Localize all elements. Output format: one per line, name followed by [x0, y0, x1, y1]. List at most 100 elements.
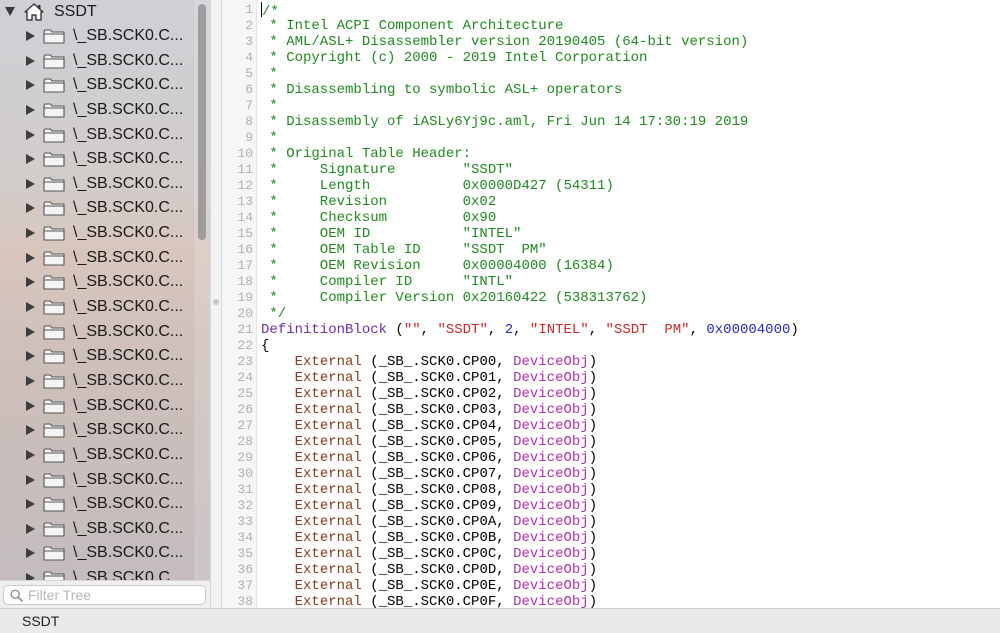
tree-item[interactable]: \_SB.SCK0.C...	[0, 24, 193, 49]
tree-item[interactable]: \_SB.SCK0.C...	[0, 221, 193, 246]
tree-item-label: \_SB.SCK0.C...	[73, 347, 184, 365]
code-line[interactable]: DefinitionBlock ("", "SSDT", 2, "INTEL",…	[261, 322, 799, 338]
disclosure-collapsed-icon[interactable]	[26, 55, 35, 66]
code-line[interactable]: External (_SB_.SCK0.CP07, DeviceObj)	[261, 466, 597, 482]
tree-item[interactable]: \_SB.SCK0.C...	[0, 394, 193, 419]
code-line[interactable]: * OEM Revision 0x00004000 (16384)	[261, 258, 613, 274]
code-line[interactable]: * Disassembling to symbolic ASL+ operato…	[261, 82, 622, 98]
line-number: 32	[237, 498, 253, 513]
code-line[interactable]: External (_SB_.SCK0.CP0B, DeviceObj)	[261, 530, 597, 546]
code-line[interactable]: * OEM ID "INTEL"	[261, 226, 521, 242]
code-token: DeviceObj	[513, 434, 589, 450]
code-line[interactable]: External (_SB_.SCK0.CP01, DeviceObj)	[261, 370, 597, 386]
disclosure-collapsed-icon[interactable]	[26, 573, 35, 580]
tree-item[interactable]: \_SB.SCK0.C...	[0, 49, 193, 74]
code-line[interactable]: *	[261, 98, 277, 114]
disclosure-collapsed-icon[interactable]	[26, 351, 35, 362]
code-line[interactable]: External (_SB_.SCK0.CP0A, DeviceObj)	[261, 514, 597, 530]
tree-item[interactable]: \_SB.SCK0.C...	[0, 443, 193, 468]
disclosure-collapsed-icon[interactable]	[26, 31, 35, 41]
code-line[interactable]: * Disassembly of iASLy6Yj9c.aml, Fri Jun…	[261, 114, 748, 130]
code-line[interactable]: External (_SB_.SCK0.CP0F, DeviceObj)	[261, 594, 597, 608]
code-line[interactable]: External (_SB_.SCK0.CP0D, DeviceObj)	[261, 562, 597, 578]
divider-handle[interactable]	[213, 299, 219, 305]
disclosure-collapsed-icon[interactable]	[26, 178, 35, 189]
tree-root-ssdt[interactable]: SSDT	[0, 0, 193, 24]
disclosure-collapsed-icon[interactable]	[26, 203, 35, 214]
tree-item[interactable]: \_SB.SCK0.C...	[0, 246, 193, 271]
code-line[interactable]: * Copyright (c) 2000 - 2019 Intel Corpor…	[261, 50, 647, 66]
code-line[interactable]: * Compiler ID "INTL"	[261, 274, 513, 290]
code-line[interactable]: External (_SB_.SCK0.CP05, DeviceObj)	[261, 434, 597, 450]
filter-field[interactable]	[3, 585, 206, 605]
tree-item[interactable]: \_SB.SCK0.C...	[0, 344, 193, 369]
code-line[interactable]: * Compiler Version 0x20160422 (538313762…	[261, 290, 647, 306]
disclosure-collapsed-icon[interactable]	[26, 277, 35, 288]
line-number: 17	[237, 258, 253, 273]
code-line[interactable]: * Intel ACPI Component Architecture	[261, 18, 563, 34]
code-line[interactable]: External (_SB_.SCK0.CP02, DeviceObj)	[261, 386, 597, 402]
tree-item[interactable]: \_SB.SCK0.C...	[0, 369, 193, 394]
tree-item[interactable]: \_SB.SCK0.C...	[0, 517, 193, 542]
disclosure-collapsed-icon[interactable]	[26, 499, 35, 510]
code-editor[interactable]: 1 2 3 4 5 6 7 8 9 10 11 12 13 14 15 16 17 18 19 20 21 22 23 24 2…	[222, 0, 1000, 608]
code-line[interactable]: External (_SB_.SCK0.CP00, DeviceObj)	[261, 354, 597, 370]
disclosure-expanded-icon[interactable]	[5, 7, 15, 16]
disclosure-collapsed-icon[interactable]	[26, 449, 35, 460]
tree-item[interactable]: \_SB.SCK0.C...	[0, 492, 193, 517]
disclosure-collapsed-icon[interactable]	[26, 302, 35, 313]
code-line[interactable]: External (_SB_.SCK0.CP03, DeviceObj)	[261, 402, 597, 418]
tree-item[interactable]: \_SB.SCK0.C...	[0, 123, 193, 148]
code-line[interactable]: * Original Table Header:	[261, 146, 471, 162]
code-line[interactable]: {	[261, 338, 269, 354]
tree-item[interactable]: \_SB.SCK0.C...	[0, 320, 193, 345]
tree-item[interactable]: \_SB.SCK0.C...	[0, 196, 193, 221]
code-line[interactable]: * Revision 0x02	[261, 194, 496, 210]
tree-item[interactable]: \_SB.SCK0.C...	[0, 566, 193, 580]
disclosure-collapsed-icon[interactable]	[26, 523, 35, 534]
code-line[interactable]: *	[261, 66, 277, 82]
code-line[interactable]: External (_SB_.SCK0.CP06, DeviceObj)	[261, 450, 597, 466]
code-line[interactable]: External (_SB_.SCK0.CP0E, DeviceObj)	[261, 578, 597, 594]
sidebar-scroll-thumb[interactable]	[198, 4, 206, 240]
code-line[interactable]: */	[261, 306, 286, 322]
line-number: 33	[237, 514, 253, 529]
disclosure-collapsed-icon[interactable]	[26, 425, 35, 436]
tree-item[interactable]: \_SB.SCK0.C...	[0, 73, 193, 98]
disclosure-collapsed-icon[interactable]	[26, 375, 35, 386]
disclosure-collapsed-icon[interactable]	[26, 80, 35, 91]
code-line[interactable]: * OEM Table ID "SSDT PM"	[261, 242, 546, 258]
tree-item[interactable]: \_SB.SCK0.C...	[0, 418, 193, 443]
disclosure-collapsed-icon[interactable]	[26, 154, 35, 165]
code-line[interactable]: External (_SB_.SCK0.CP09, DeviceObj)	[261, 498, 597, 514]
sidebar-scrollbar[interactable]	[193, 0, 210, 580]
filter-tree-input[interactable]	[28, 587, 198, 603]
disclosure-collapsed-icon[interactable]	[26, 104, 35, 115]
disclosure-collapsed-icon[interactable]	[26, 252, 35, 263]
disclosure-collapsed-icon[interactable]	[26, 400, 35, 411]
code-line[interactable]: * Length 0x0000D427 (54311)	[261, 178, 613, 194]
tree-item[interactable]: \_SB.SCK0.C...	[0, 270, 193, 295]
code-line[interactable]: * Signature "SSDT"	[261, 162, 513, 178]
code-token: DeviceObj	[513, 450, 589, 466]
disclosure-collapsed-icon[interactable]	[26, 326, 35, 337]
tree-item[interactable]: \_SB.SCK0.C...	[0, 295, 193, 320]
disclosure-collapsed-icon[interactable]	[26, 548, 35, 559]
outline-tree[interactable]: SSDT \_SB.SCK0.C... \_SB.SCK0.C... \_SB.SC…	[0, 0, 193, 580]
disclosure-collapsed-icon[interactable]	[26, 129, 35, 140]
tree-item[interactable]: \_SB.SCK0.C...	[0, 468, 193, 493]
code-line[interactable]: *	[261, 130, 277, 146]
tree-item[interactable]: \_SB.SCK0.C...	[0, 147, 193, 172]
tree-item[interactable]: \_SB.SCK0.C...	[0, 541, 193, 566]
code-line[interactable]: External (_SB_.SCK0.CP08, DeviceObj)	[261, 482, 597, 498]
disclosure-collapsed-icon[interactable]	[26, 474, 35, 485]
tree-item[interactable]: \_SB.SCK0.C...	[0, 172, 193, 197]
disclosure-collapsed-icon[interactable]	[26, 228, 35, 239]
code-line[interactable]: External (_SB_.SCK0.CP0C, DeviceObj)	[261, 546, 597, 562]
code-line[interactable]: * AML/ASL+ Disassembler version 20190405…	[261, 34, 748, 50]
code-token: External	[294, 514, 362, 530]
split-view-divider[interactable]	[210, 0, 222, 608]
tree-item[interactable]: \_SB.SCK0.C...	[0, 98, 193, 123]
code-line[interactable]: * Checksum 0x90	[261, 210, 496, 226]
code-line[interactable]: External (_SB_.SCK0.CP04, DeviceObj)	[261, 418, 597, 434]
